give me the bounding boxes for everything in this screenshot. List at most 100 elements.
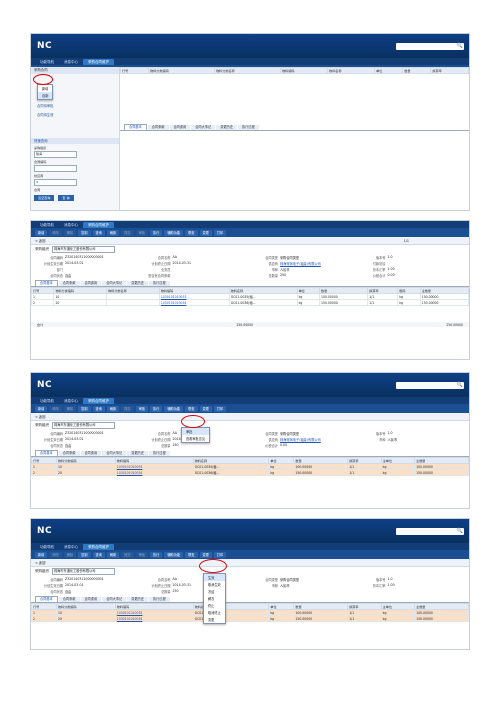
org-input[interactable]: 珠海市东通化工股份有限公司 — [52, 421, 115, 429]
menu-item-effective[interactable]: 生效 — [204, 574, 225, 581]
link-button[interactable]: 联查 — [185, 405, 198, 412]
copy-button[interactable]: 复制 — [78, 229, 91, 236]
submit-button[interactable]: 提交 — [121, 551, 134, 558]
subtab-fees[interactable]: 合同费用 — [169, 125, 191, 130]
subtab-fees[interactable]: 合同费用 — [80, 281, 102, 286]
cell[interactable]: 20 — [53, 299, 108, 306]
copy-button[interactable]: 复制 — [78, 551, 91, 558]
contract-name-value[interactable]: AA — [173, 577, 177, 582]
subtab-history[interactable]: 变更历史 — [127, 451, 148, 456]
contract-code-value[interactable]: Z320140311000000001 — [65, 431, 104, 436]
currency-value[interactable]: 人民币 — [280, 583, 290, 588]
table-row[interactable]: 2 20 1030101010034 GC01-0036(粗... kg 150… — [31, 469, 469, 476]
subtab-terms[interactable]: 合同条款 — [147, 125, 169, 130]
edit-button[interactable]: 修改 — [49, 551, 62, 558]
cell[interactable]: 1030101010034 — [114, 469, 194, 476]
subtab-events[interactable]: 合同大事记 — [102, 451, 127, 456]
subtab-process[interactable]: 执行过程 — [237, 125, 259, 130]
cell[interactable]: 20 — [56, 615, 116, 622]
delete-button[interactable]: 删除 — [63, 551, 77, 558]
menu-item-cancel-terminate[interactable]: 取消终止 — [204, 609, 225, 616]
query-supplier-input[interactable]: 4 — [34, 179, 77, 186]
subtab-history[interactable]: 变更历史 — [127, 281, 148, 286]
contract-code-value[interactable]: Z320140311000000001 — [65, 255, 104, 260]
execute-button[interactable]: 执行 — [150, 551, 163, 558]
execute-button[interactable]: 执行 — [150, 405, 163, 412]
search-icon[interactable]: 🔍 — [457, 382, 463, 388]
org-input[interactable]: 珠海市东通化工股份有限公司 — [52, 567, 115, 575]
menu-item-view-opinion[interactable]: 查看审批意见 — [182, 435, 209, 442]
subtab-fees[interactable]: 合同费用 — [80, 451, 102, 456]
search-icon[interactable]: 🔍 — [457, 43, 463, 49]
table-row[interactable]: 2 20 1030101010034 GC01-0036(粗... kg 150… — [31, 615, 469, 622]
menu-item-unfreeze[interactable]: 解冻 — [204, 595, 225, 602]
clear-query-button[interactable]: 清空查询 — [34, 195, 55, 201]
menu-item-freeze[interactable]: 冻结 — [204, 588, 225, 595]
query-button[interactable]: 查询 — [92, 229, 105, 236]
supplier-value[interactable]: 珠海得润电子(福建)有限公司 — [280, 437, 321, 442]
back-link[interactable]: < 返回 — [35, 560, 45, 565]
contract-type-value[interactable]: 采购合同类型 — [280, 431, 299, 436]
global-search-input[interactable]: 🔍 — [396, 528, 464, 535]
nav-item-approve[interactable]: 合同待审批 — [31, 101, 119, 110]
edit-button[interactable]: 修改 — [49, 229, 62, 236]
back-link[interactable]: < 返回 — [35, 238, 45, 243]
contract-type-value[interactable]: 采购合同类型 — [280, 577, 299, 582]
end-date-value[interactable]: 2014-03-31 — [173, 261, 192, 266]
subtab-events[interactable]: 合同大事记 — [102, 597, 127, 602]
rate-value[interactable]: 1.00 — [388, 583, 395, 588]
start-date-value[interactable]: 2014-03-01 — [65, 437, 84, 442]
new-button[interactable]: 新增 — [35, 229, 48, 236]
menu-item-change[interactable]: 变更 — [204, 616, 225, 623]
subtab-basic[interactable]: 合同基本 — [35, 596, 58, 602]
rate-value[interactable]: 1.00 — [388, 267, 395, 272]
menu-item-terminate[interactable]: 终止 — [204, 602, 225, 609]
refresh-button[interactable]: 刷新 — [106, 229, 120, 236]
menu-item-self-made[interactable]: 自制 — [38, 92, 53, 99]
approve-button[interactable]: 审批 — [135, 551, 148, 558]
subtab-process[interactable]: 执行过程 — [148, 281, 170, 286]
subtab-terms[interactable]: 合同条款 — [58, 281, 80, 286]
submit-button[interactable]: 提交 — [121, 405, 134, 412]
subtab-fees[interactable]: 合同费用 — [80, 597, 102, 602]
cell[interactable] — [106, 299, 160, 306]
cell[interactable]: 150.00000 — [293, 469, 349, 476]
delete-button[interactable]: 删除 — [63, 229, 77, 236]
supplier-value[interactable]: 珠海得润电子(福建)有限公司 — [280, 261, 321, 266]
global-search-input[interactable]: 🔍 — [396, 382, 464, 389]
global-search-input[interactable]: 🔍 — [396, 43, 464, 50]
nav-item-effective[interactable]: 合同待生效 — [31, 110, 119, 119]
contract-name-value[interactable]: AA — [173, 431, 177, 436]
link-button[interactable]: 联查 — [185, 229, 198, 236]
execute-button[interactable]: 执行 — [150, 229, 163, 236]
cell[interactable]: 20 — [56, 469, 116, 476]
submit-button[interactable]: 提交 — [121, 229, 134, 236]
currency-value[interactable]: 人民币 — [280, 267, 290, 272]
approve-button[interactable]: 审批 — [135, 229, 148, 236]
query-button[interactable]: 查询 — [92, 551, 105, 558]
menu-item-approve[interactable]: 审批 — [182, 428, 210, 435]
contract-code-value[interactable]: Z320140311000000001 — [65, 577, 104, 582]
print-button[interactable]: 打印 — [213, 405, 227, 412]
contract-type-value[interactable]: 采购合同类型 — [280, 255, 299, 260]
refresh-button[interactable]: 刷新 — [106, 551, 120, 558]
cell[interactable]: 150.00000 — [319, 299, 369, 306]
cell[interactable]: 1030101010034 — [114, 615, 194, 622]
change-button[interactable]: 变更 — [199, 405, 212, 412]
subtab-terms[interactable]: 合同条款 — [58, 597, 80, 602]
subtab-events[interactable]: 合同大事记 — [191, 125, 216, 130]
query-org-input[interactable]: 珠海 — [34, 151, 77, 158]
back-link[interactable]: < 返回 — [35, 414, 45, 419]
assist-button[interactable]: 辅助功能 — [164, 229, 184, 236]
menu-item-cancel-effective[interactable]: 取消生效 — [204, 581, 225, 588]
print-button[interactable]: 打印 — [213, 551, 227, 558]
subtab-history[interactable]: 变更历史 — [127, 597, 148, 602]
menu-item-new[interactable]: 新增 — [38, 85, 52, 92]
cell[interactable]: 150.00000 — [293, 615, 349, 622]
subtab-basic[interactable]: 合同基本 — [35, 450, 58, 456]
subtab-basic[interactable]: 合同基本 — [35, 280, 58, 286]
contract-name-value[interactable]: AA — [173, 255, 177, 260]
subtab-process[interactable]: 执行过程 — [148, 597, 170, 602]
copy-button[interactable]: 复制 — [78, 405, 91, 412]
cell[interactable]: 1030101010034 — [158, 299, 230, 306]
